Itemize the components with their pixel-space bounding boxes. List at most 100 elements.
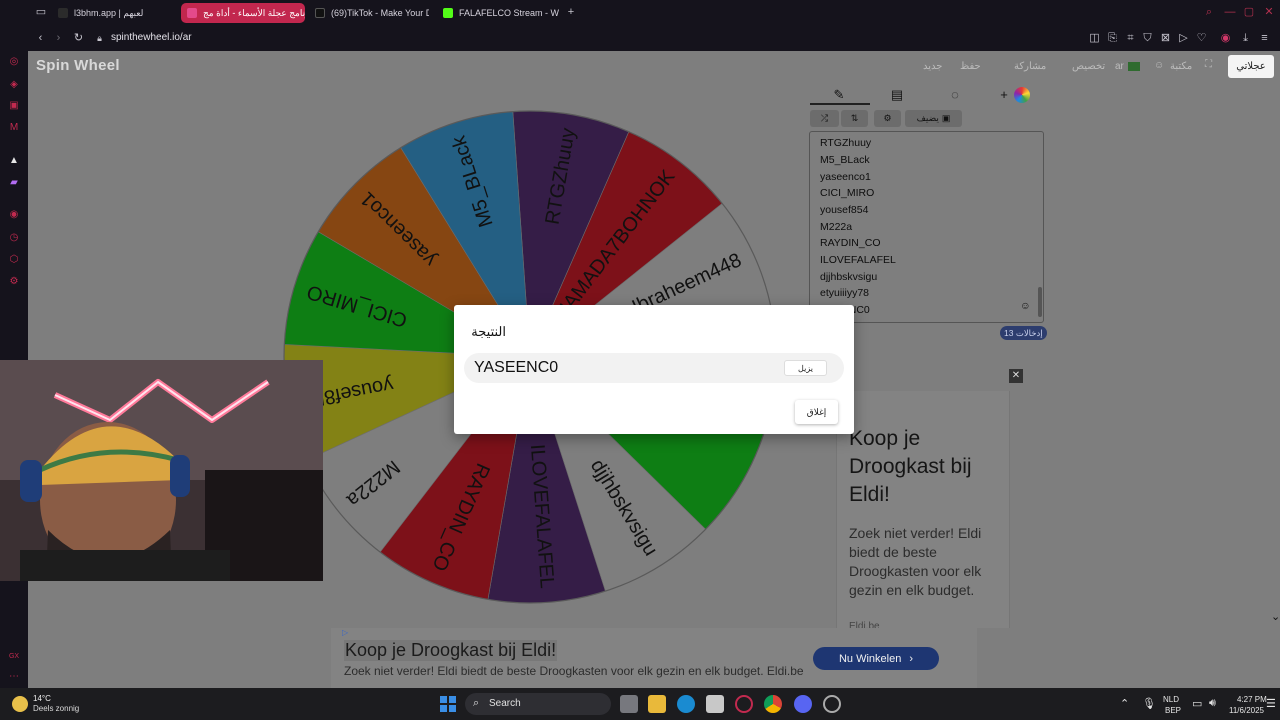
url-field[interactable]: spinthewheel.io/ar <box>111 32 192 43</box>
close-dialog-button[interactable]: إغلاق <box>795 400 838 424</box>
color-wheel-icon[interactable] <box>1014 87 1030 103</box>
clock-time[interactable]: 4:27 PM <box>1237 695 1267 704</box>
kick-icon[interactable]: ▲ <box>8 155 20 167</box>
result-text: YASEENC0 <box>474 359 559 376</box>
store-icon[interactable] <box>706 695 724 713</box>
entries-scrollbar[interactable] <box>1038 287 1042 317</box>
task-view-icon[interactable] <box>620 695 638 713</box>
tab-menu-icon[interactable]: ▭ <box>35 6 47 18</box>
volume-icon[interactable]: 🔊︎ <box>1209 697 1216 710</box>
chrome-icon[interactable] <box>764 695 782 713</box>
settings-icon[interactable]: ⚙ <box>8 276 20 288</box>
shopping-icon[interactable]: ◈ <box>8 79 20 91</box>
steam-icon[interactable] <box>823 695 841 713</box>
add-image-button[interactable]: يضيف ▣ <box>905 110 962 127</box>
gallery-icon: ☺ <box>1154 60 1165 71</box>
tab-bar: ▭ l3bhm.app | لعبهم برنامج عجلة الأسماء … <box>0 0 1280 26</box>
shield-icon[interactable]: ⛉ <box>1141 32 1154 45</box>
menu-gallery[interactable]: مكتبة <box>1170 61 1192 72</box>
add-icon[interactable]: + <box>996 87 1012 103</box>
banner-body: Zoek niet verder! Eldi biedt de beste Dr… <box>344 664 804 678</box>
heart-icon[interactable]: ♡ <box>1195 32 1208 45</box>
monitor-icon[interactable]: ▭ <box>1192 697 1202 710</box>
mic-icon[interactable]: 🎙︎ <box>1142 697 1156 710</box>
twitch-icon[interactable]: ▰ <box>8 177 20 189</box>
tab-label: برنامج عجلة الأسماء - أداة مج... <box>203 7 305 18</box>
instagram-icon[interactable]: ▣ <box>8 100 20 112</box>
player-icon[interactable]: ◉ <box>8 209 20 221</box>
tab-spinthewheel[interactable]: برنامج عجلة الأسماء - أداة مج... <box>181 3 305 23</box>
tab-l3bhm[interactable]: l3bhm.app | لعبهم <box>52 3 174 23</box>
weather-desc[interactable]: Deels zonnig <box>33 704 79 713</box>
weather-icon[interactable] <box>12 696 28 712</box>
flag-icon <box>1128 62 1140 71</box>
menu-save[interactable]: حفظ <box>960 61 981 72</box>
profile-icon[interactable]: ◉ <box>1219 32 1232 45</box>
settings-button[interactable]: ⚙ <box>874 110 901 127</box>
menu-language[interactable]: ar <box>1115 61 1124 72</box>
clock-date[interactable]: 11/6/2025 <box>1229 706 1264 715</box>
result-box: YASEENC0 يزيل <box>464 353 844 383</box>
extensions-icon[interactable]: ⬡ <box>8 254 20 266</box>
menu-share[interactable]: مشاركة <box>1014 61 1046 72</box>
sidebar-toggle-icon[interactable]: ◫ <box>1088 32 1101 45</box>
my-wheels-button[interactable]: عجلاتي <box>1228 55 1274 78</box>
tab-search-icon[interactable]: ⌕ <box>1203 6 1215 18</box>
gx-icon[interactable]: GX <box>8 651 20 663</box>
hide-icon[interactable]: ◌ <box>947 87 963 103</box>
shuffle-button[interactable]: ⤮ <box>810 110 839 127</box>
ad-close-button[interactable]: ✕ <box>1009 369 1023 383</box>
tray-chevron-icon[interactable]: ⌃ <box>1120 697 1129 710</box>
fullscreen-icon[interactable]: ⛶ <box>1205 59 1212 70</box>
menu-customize[interactable]: تخصيص <box>1072 61 1105 72</box>
tab-tiktok[interactable]: (69)TikTok - Make Your D... <box>309 3 429 23</box>
sort-button[interactable]: ⇅ <box>841 110 868 127</box>
entry-item: CICI_MIRO <box>820 187 875 199</box>
tab-label: l3bhm.app | لعبهم <box>74 7 144 18</box>
tab-falafelco[interactable]: FALAFELCO Stream - Wat... <box>437 3 559 23</box>
weather-temp[interactable]: 14°C <box>33 694 51 703</box>
new-tab-button[interactable]: + <box>565 6 577 18</box>
download-icon[interactable]: ⤓ <box>1239 32 1252 45</box>
address-bar: ‹ › ↻ 🔒︎ spinthewheel.io/ar ◫ ⎘ ⌗ ⛉ ⊠ ▷ … <box>0 26 1280 51</box>
tab-favicon-icon <box>58 8 68 18</box>
play-icon[interactable]: ▷ <box>1177 32 1190 45</box>
mail-icon[interactable]: M <box>8 122 20 134</box>
refresh-icon[interactable]: ↻ <box>72 32 85 45</box>
edge-icon[interactable] <box>677 695 695 713</box>
browser-menu-icon[interactable]: ≡ <box>1258 32 1271 45</box>
chevron-down-icon[interactable]: ⌄ <box>1271 610 1280 623</box>
chevron-right-icon: › <box>909 652 914 665</box>
language-primary[interactable]: NLD <box>1163 695 1179 704</box>
notification-icon[interactable]: ☰ <box>1266 697 1276 710</box>
banner-headline[interactable]: Koop je Droogkast bij Eldi! <box>344 640 558 661</box>
lock-icon: 🔒︎ <box>97 33 102 43</box>
taskbar-search[interactable]: ⌕ Search <box>465 693 611 715</box>
snapshot-icon[interactable]: ⌗ <box>1124 32 1137 45</box>
banner-cta-button[interactable]: Nu Winkelen › <box>813 647 939 670</box>
opera-gx-icon[interactable] <box>735 695 753 713</box>
more-icon[interactable]: ⋯ <box>8 671 20 683</box>
bookmark-icon[interactable]: ⎘ <box>1106 32 1119 45</box>
start-icon[interactable] <box>440 696 456 712</box>
entry-item: RTGZhuuy <box>820 137 872 149</box>
maximize-icon[interactable]: ▢ <box>1243 6 1255 18</box>
remove-button[interactable]: يزيل <box>784 360 827 376</box>
language-secondary[interactable]: BEP <box>1165 706 1181 715</box>
entries-textarea[interactable]: RTGZhuuy M5_BLack yaseenco1 CICI_MIRO yo… <box>809 131 1044 323</box>
forward-icon[interactable]: › <box>52 32 65 45</box>
discord-icon[interactable] <box>794 695 812 713</box>
back-icon[interactable]: ‹ <box>34 32 47 45</box>
file-explorer-icon[interactable] <box>648 695 666 713</box>
emoji-icon[interactable]: ☺ <box>1020 300 1031 312</box>
side-ad-headline[interactable]: Koop je Droogkast bij Eldi! <box>849 425 1009 509</box>
aria-icon[interactable]: ◎ <box>8 56 20 68</box>
vpn-icon[interactable]: ⊠ <box>1159 32 1172 45</box>
clipboard-icon[interactable]: ▤ <box>889 87 905 103</box>
close-window-icon[interactable]: ✕ <box>1263 6 1275 18</box>
menu-new[interactable]: جديد <box>923 61 942 72</box>
history-icon[interactable]: ◷ <box>8 232 20 244</box>
minimize-icon[interactable]: — <box>1224 6 1236 18</box>
adchoices-icon[interactable]: ▷ <box>342 628 348 637</box>
pencil-icon[interactable]: ✎ <box>831 87 847 103</box>
